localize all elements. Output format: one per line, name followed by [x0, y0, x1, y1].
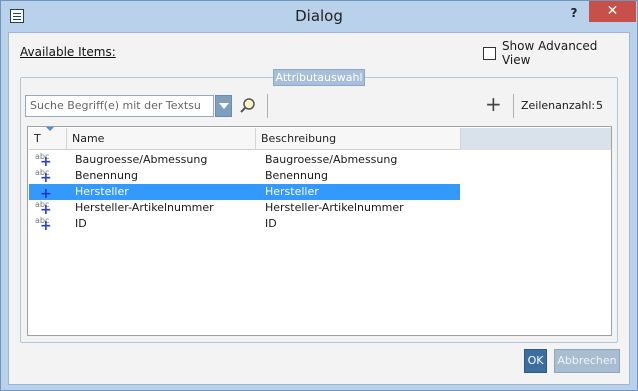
text-attribute-icon: abc +: [35, 152, 52, 170]
text-attribute-icon: abc +: [35, 216, 52, 234]
advanced-view-label: Show Advanced View: [501, 39, 598, 67]
row-name: Benennung: [75, 169, 138, 182]
attribute-table[interactable]: T Name Beschreibung abc + Baugroesse/Abme…: [27, 126, 612, 336]
row-description: Hersteller: [265, 185, 319, 198]
row-name: Hersteller-Artikelnummer: [75, 201, 214, 214]
column-header-type-label: T: [34, 132, 41, 145]
toolbar-separator: [267, 94, 268, 118]
search-input[interactable]: Suche Begriff(e) mit der Textsu: [25, 95, 214, 117]
cancel-button[interactable]: Abbrechen: [554, 349, 620, 373]
row-description: Hersteller-Artikelnummer: [265, 201, 404, 214]
row-name: Hersteller: [75, 185, 129, 198]
group-title: Attributauswahl: [273, 69, 365, 86]
table-row-selected[interactable]: + Hersteller Hersteller: [29, 184, 460, 202]
row-description: Baugroesse/Abmessung: [265, 153, 398, 166]
close-button[interactable]: ✕: [589, 1, 636, 22]
available-items-label: Available Items:: [20, 45, 116, 59]
column-header-description[interactable]: Beschreibung: [256, 128, 461, 150]
column-header-filler: [461, 128, 611, 150]
table-header: T Name Beschreibung: [29, 127, 611, 150]
column-header-type[interactable]: T: [29, 127, 67, 150]
add-icon[interactable]: +: [485, 93, 502, 115]
show-advanced-view-toggle[interactable]: Show Advanced View: [483, 39, 629, 67]
search-icon[interactable]: [239, 97, 257, 115]
help-button[interactable]: ?: [563, 3, 585, 23]
row-name: Baugroesse/Abmessung: [75, 153, 208, 166]
column-header-name[interactable]: Name: [67, 128, 256, 150]
dialog-window: Dialog ? ✕ Available Items: Show Advance…: [0, 0, 638, 391]
row-name: ID: [75, 217, 87, 230]
sort-arrow-icon: [46, 127, 54, 131]
text-attribute-icon: abc +: [35, 200, 52, 218]
row-description: Benennung: [265, 169, 328, 182]
search-dropdown-button[interactable]: [215, 95, 232, 117]
row-count-value: 5: [596, 99, 603, 112]
table-row[interactable]: abc + Hersteller-Artikelnummer Hersteller…: [29, 200, 460, 218]
text-attribute-icon: abc +: [35, 168, 52, 186]
attribute-icon: +: [40, 186, 52, 202]
row-description: ID: [265, 217, 277, 230]
toolbar-separator: [513, 94, 514, 118]
row-count-label: Zeilenanzahl:: [521, 99, 596, 112]
table-row[interactable]: abc + ID ID: [29, 216, 460, 234]
dialog-body: Available Items: Show Advanced View Attr…: [8, 32, 630, 385]
window-title: Dialog: [295, 7, 343, 25]
table-row[interactable]: abc + Benennung Benennung: [29, 168, 460, 186]
table-row[interactable]: abc + Baugroesse/Abmessung Baugroesse/Abm…: [29, 152, 460, 170]
ok-button[interactable]: OK: [524, 349, 547, 373]
advanced-view-checkbox[interactable]: [483, 46, 496, 60]
title-bar[interactable]: Dialog ? ✕: [1, 1, 637, 32]
